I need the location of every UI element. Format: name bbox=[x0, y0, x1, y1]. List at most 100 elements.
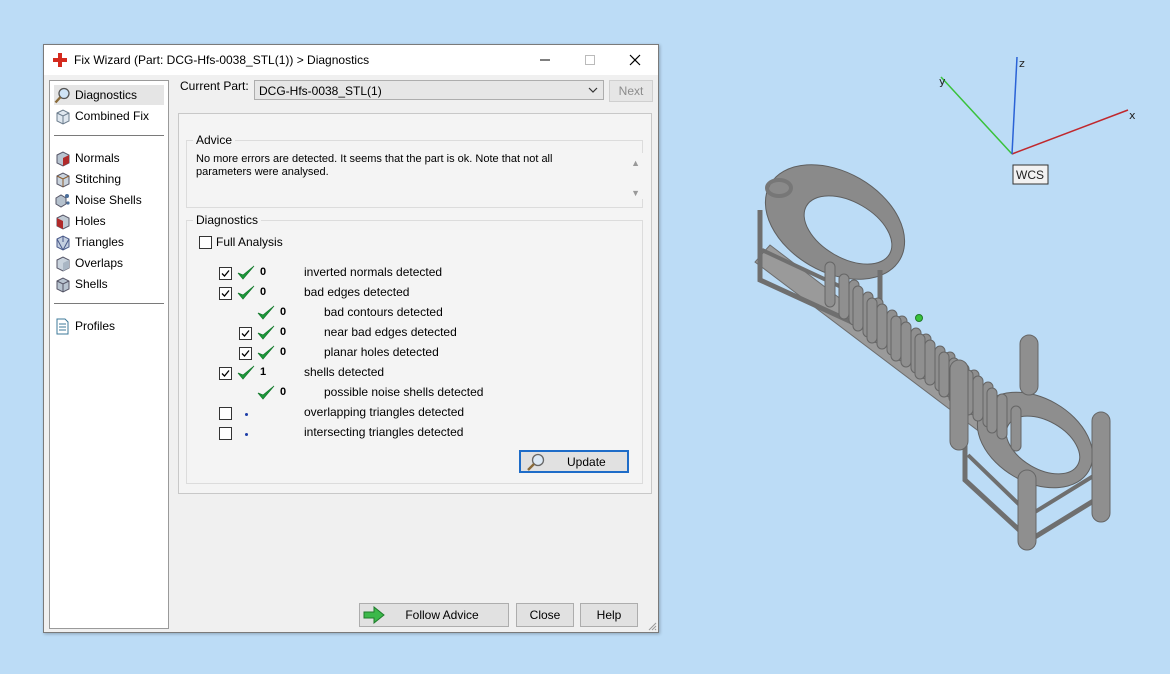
nav-label: Profiles bbox=[75, 319, 116, 333]
help-button[interactable]: Help bbox=[580, 603, 638, 627]
support-pin bbox=[900, 321, 912, 368]
advice-line-1: No more errors are detected. It seems th… bbox=[196, 153, 553, 165]
cube-icon bbox=[56, 108, 70, 125]
green-checkmark-icon bbox=[257, 345, 275, 361]
close-button[interactable]: Close bbox=[516, 603, 574, 627]
nav-item-profiles[interactable]: Profiles bbox=[54, 316, 164, 336]
green-checkmark-icon bbox=[257, 325, 275, 341]
support-pin bbox=[914, 333, 926, 380]
resize-grip-icon[interactable] bbox=[647, 621, 657, 631]
current-part-select[interactable]: DCG-Hfs-0038_STL(1) bbox=[254, 80, 604, 100]
nav-item-holes[interactable]: Holes bbox=[54, 211, 164, 231]
nav-label: Triangles bbox=[75, 235, 124, 249]
holes-cube-icon bbox=[56, 213, 70, 230]
red-cross-icon bbox=[53, 53, 67, 67]
support-pin bbox=[890, 315, 902, 362]
diagnostic-label: bad contours detected bbox=[324, 305, 443, 319]
nav-item-combined-fix[interactable]: Combined Fix bbox=[54, 106, 164, 126]
support-pin bbox=[986, 387, 998, 434]
nav-label: Combined Fix bbox=[75, 109, 150, 123]
wizard-nav: Diagnostics Combined Fix Normals Stitchi… bbox=[49, 80, 169, 629]
shells-cube-icon bbox=[56, 276, 70, 293]
nav-item-normals[interactable]: Normals bbox=[54, 148, 164, 168]
3d-model-view[interactable]: x y z WCS bbox=[700, 0, 1170, 671]
title-bar[interactable]: Fix Wizard (Part: DCG-Hfs-0038_STL(1)) >… bbox=[44, 45, 658, 75]
support-pin bbox=[924, 339, 936, 386]
fix-wizard-window: Fix Wizard (Part: DCG-Hfs-0038_STL(1)) >… bbox=[43, 44, 659, 633]
nav-item-shells[interactable]: Shells bbox=[54, 274, 164, 294]
chevron-down-icon bbox=[588, 87, 598, 93]
diagnostic-checkbox[interactable] bbox=[219, 427, 232, 440]
diagnostic-label: inverted normals detected bbox=[304, 265, 443, 279]
support-pin bbox=[972, 375, 984, 422]
maximize-button[interactable] bbox=[567, 45, 612, 75]
3d-viewport[interactable]: x y z WCS bbox=[700, 0, 1170, 671]
wcs-label: WCS bbox=[1016, 168, 1044, 182]
update-button[interactable]: Update bbox=[519, 450, 629, 473]
support-pin bbox=[824, 261, 836, 308]
nav-item-triangles[interactable]: Triangles bbox=[54, 232, 164, 252]
nav-label: Overlaps bbox=[75, 256, 124, 270]
document-icon bbox=[56, 318, 69, 334]
nav-label: Stitching bbox=[75, 172, 122, 186]
nav-divider bbox=[54, 303, 164, 304]
nav-item-noise-shells[interactable]: Noise Shells bbox=[54, 190, 164, 210]
diagnostic-count: 0 bbox=[280, 326, 287, 338]
nav-divider bbox=[54, 135, 164, 136]
diagnostic-checkbox[interactable] bbox=[239, 327, 252, 340]
current-part-label: Current Part: bbox=[180, 79, 249, 93]
nav-label: Noise Shells bbox=[75, 193, 142, 207]
diagnostic-checkbox[interactable] bbox=[239, 347, 252, 360]
green-checkmark-icon bbox=[237, 285, 255, 301]
normals-cube-icon bbox=[56, 150, 70, 167]
axis-triad: x y z WCS bbox=[939, 56, 1136, 185]
scroll-down-icon[interactable]: ▼ bbox=[631, 187, 640, 200]
green-checkmark-icon bbox=[237, 365, 255, 381]
triangles-cube-icon bbox=[56, 234, 70, 251]
close-icon bbox=[629, 54, 640, 66]
nav-item-diagnostics[interactable]: Diagnostics bbox=[54, 85, 164, 105]
diagnostics-panel: Advice No more errors are detected. It s… bbox=[178, 113, 652, 494]
support-pin bbox=[852, 285, 864, 332]
stitching-cube-icon bbox=[56, 171, 70, 188]
diagnostic-label: bad edges detected bbox=[304, 285, 410, 299]
close-window-button[interactable] bbox=[612, 45, 657, 75]
pivot-marker-icon bbox=[915, 314, 923, 322]
minimize-button[interactable] bbox=[522, 45, 567, 75]
x-axis-label: x bbox=[1129, 109, 1136, 122]
support-pin bbox=[996, 393, 1008, 440]
x-axis bbox=[1011, 109, 1129, 155]
overlaps-cube-icon bbox=[56, 255, 70, 272]
nav-label: Normals bbox=[75, 151, 120, 165]
next-button[interactable]: Next bbox=[609, 80, 653, 102]
magnifier-icon bbox=[527, 453, 545, 471]
support-pin bbox=[876, 303, 888, 350]
follow-advice-button[interactable]: Follow Advice bbox=[359, 603, 509, 627]
diagnostic-count: 0 bbox=[280, 346, 287, 358]
nav-label: Diagnostics bbox=[75, 88, 138, 102]
nav-item-stitching[interactable]: Stitching bbox=[54, 169, 164, 189]
full-analysis-checkbox[interactable] bbox=[199, 236, 212, 249]
advice-group: Advice No more errors are detected. It s… bbox=[186, 133, 644, 208]
diagnostic-checkbox[interactable] bbox=[219, 367, 232, 380]
diagnostic-checkbox[interactable] bbox=[219, 287, 232, 300]
nav-item-overlaps[interactable]: Overlaps bbox=[54, 253, 164, 273]
current-part-value: DCG-Hfs-0038_STL(1) bbox=[259, 84, 382, 98]
diagnostic-checkbox[interactable] bbox=[219, 407, 232, 420]
diagnostic-count: 0 bbox=[280, 306, 287, 318]
diagnostic-count: 0 bbox=[260, 286, 267, 298]
follow-advice-label: Follow Advice bbox=[405, 608, 479, 622]
diagnostics-title: Diagnostics bbox=[193, 213, 262, 227]
advice-text: No more errors are detected. It seems th… bbox=[196, 153, 644, 199]
green-checkmark-icon bbox=[237, 265, 255, 281]
support-pin bbox=[866, 297, 878, 344]
nav-label: Shells bbox=[75, 277, 108, 291]
green-arrow-icon bbox=[363, 606, 385, 624]
diagnostic-label: shells detected bbox=[304, 365, 385, 379]
diagnostic-count: 0 bbox=[280, 386, 287, 398]
diagnostic-count: 0 bbox=[260, 266, 267, 278]
scroll-up-icon[interactable]: ▲ bbox=[631, 157, 640, 170]
update-label: Update bbox=[567, 455, 606, 469]
diagnostic-checkbox[interactable] bbox=[219, 267, 232, 280]
diagnostic-label: planar holes detected bbox=[324, 345, 439, 359]
